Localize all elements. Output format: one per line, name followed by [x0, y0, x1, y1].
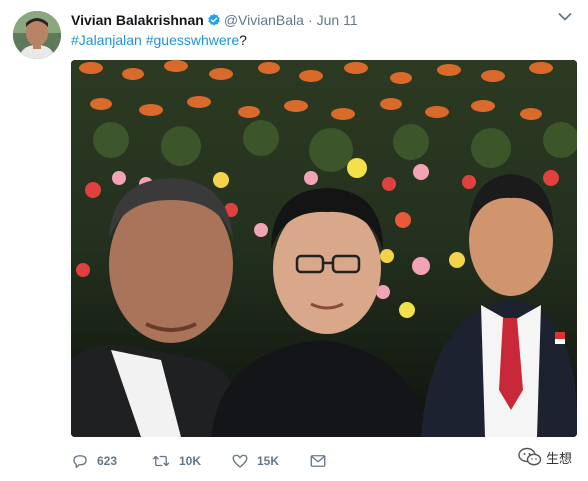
envelope-icon — [310, 455, 326, 467]
tweet-text: #Jalanjalan #guesswhwere? — [71, 31, 247, 49]
watermark-label: 生想 — [545, 450, 572, 466]
direct-message-button[interactable] — [309, 453, 335, 469]
header-separator: · — [307, 12, 313, 28]
photo-selfie — [71, 60, 577, 437]
tweet-card: Vivian Balakrishnan @VivianBala · Jun 11… — [0, 0, 588, 481]
avatar[interactable] — [13, 11, 61, 59]
avatar-image — [13, 11, 61, 59]
display-name[interactable]: Vivian Balakrishnan — [71, 12, 204, 28]
tweet-header: Vivian Balakrishnan @VivianBala · Jun 11 — [71, 11, 358, 29]
text-suffix: ? — [239, 32, 247, 48]
hashtag-link-jalanjalan[interactable]: #Jalanjalan — [71, 32, 142, 48]
chevron-down-icon[interactable] — [558, 12, 572, 22]
tweet-actions: 623 10K 15K — [71, 452, 335, 470]
retweet-icon — [152, 455, 170, 467]
user-handle[interactable]: @VivianBala — [224, 12, 304, 28]
reply-count: 623 — [97, 454, 118, 468]
reply-icon — [73, 455, 87, 469]
retweet-count: 10K — [179, 454, 202, 468]
wechat-icon — [518, 447, 542, 466]
like-button[interactable]: 15K — [231, 452, 309, 470]
like-count: 15K — [257, 454, 280, 468]
heart-icon — [232, 454, 248, 468]
tweet-photo[interactable] — [71, 60, 577, 437]
reply-button[interactable]: 623 — [71, 452, 151, 470]
watermark: 生想 — [518, 447, 572, 467]
hashtag-link-guesswhwere[interactable]: #guesswhwere — [146, 32, 239, 48]
retweet-button[interactable]: 10K — [151, 452, 231, 470]
tweet-date[interactable]: Jun 11 — [317, 12, 358, 28]
verified-badge-icon — [208, 13, 220, 26]
